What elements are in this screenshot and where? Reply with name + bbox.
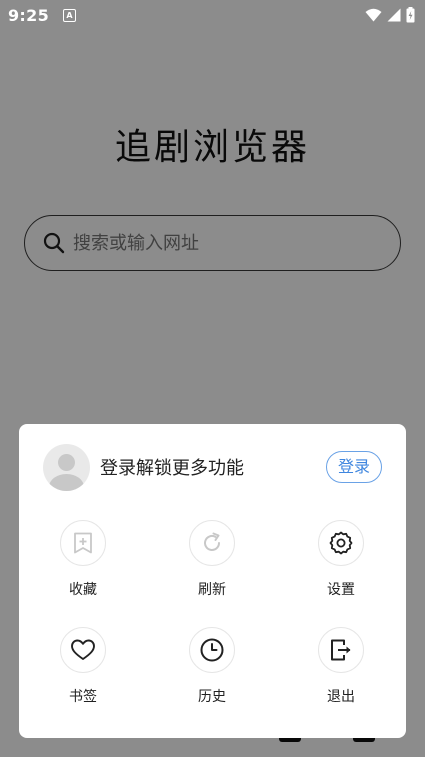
menu-item-history[interactable]: 历史	[172, 627, 252, 706]
login-prompt: 登录解锁更多功能	[100, 458, 244, 479]
signal-icon	[387, 8, 401, 22]
menu-item-label: 刷新	[198, 582, 226, 598]
menu-item-icon-circle	[60, 520, 106, 566]
menu-item-label: 收藏	[69, 582, 97, 598]
menu-item-favorite[interactable]: 收藏	[43, 520, 123, 599]
notification-icon: A	[63, 8, 76, 22]
menu-item-label: 设置	[327, 582, 355, 598]
gear-icon	[329, 531, 353, 555]
menu-item-icon-circle	[189, 627, 235, 673]
user-login-row: 登录解锁更多功能 登录	[43, 443, 382, 491]
menu-item-icon-circle	[60, 627, 106, 673]
menu-item-settings[interactable]: 设置	[301, 520, 381, 599]
refresh-icon	[204, 532, 220, 551]
menu-item-label: 书签	[69, 689, 97, 705]
heart-icon	[71, 639, 95, 660]
menu-item-icon-circle	[189, 520, 235, 566]
avatar[interactable]	[43, 443, 90, 491]
menu-item-icon-circle	[318, 627, 364, 673]
avatar-head-shape	[58, 453, 75, 471]
avatar-body-shape	[49, 473, 84, 491]
exit-icon	[331, 639, 351, 661]
clock-icon	[200, 638, 224, 662]
status-bar: 9:25 A	[0, 0, 425, 30]
bookmark-add-icon	[74, 532, 92, 554]
menu-item-refresh[interactable]: 刷新	[172, 520, 252, 599]
menu-popup: 登录解锁更多功能 登录 收藏 刷新 设置 书签 历史 退出	[19, 424, 406, 738]
menu-item-icon-circle	[318, 520, 364, 566]
menu-item-label: 历史	[198, 689, 226, 705]
status-time: 9:25	[8, 5, 49, 25]
wifi-icon	[365, 8, 382, 22]
login-button[interactable]: 登录	[326, 451, 382, 483]
menu-item-bookmarks[interactable]: 书签	[43, 627, 123, 706]
menu-item-exit[interactable]: 退出	[301, 627, 381, 706]
menu-item-label: 退出	[327, 689, 355, 705]
battery-icon	[406, 7, 415, 23]
